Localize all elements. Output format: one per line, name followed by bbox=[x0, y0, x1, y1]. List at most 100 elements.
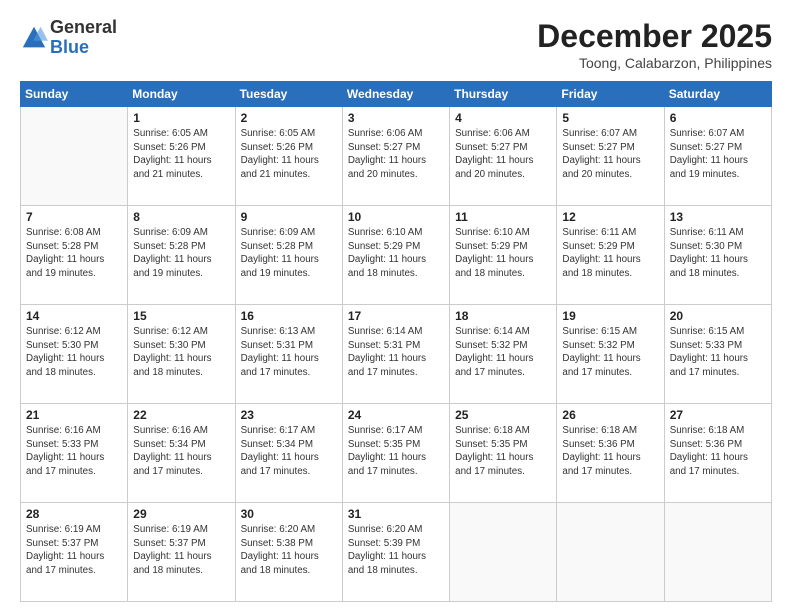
day-number: 13 bbox=[670, 210, 766, 224]
calendar-week-4: 21Sunrise: 6:16 AMSunset: 5:33 PMDayligh… bbox=[21, 404, 772, 503]
day-info: Sunrise: 6:13 AMSunset: 5:31 PMDaylight:… bbox=[241, 325, 337, 380]
day-info: Sunrise: 6:09 AMSunset: 5:28 PMDaylight:… bbox=[241, 226, 337, 281]
calendar-cell: 3 Sunrise: 6:06 AMSunset: 5:27 PMDaylight… bbox=[342, 107, 449, 206]
day-number: 6 bbox=[670, 111, 766, 125]
calendar-cell: 2 Sunrise: 6:05 AMSunset: 5:26 PMDaylight… bbox=[235, 107, 342, 206]
day-info: Sunrise: 6:14 AMSunset: 5:32 PMDaylight:… bbox=[455, 325, 551, 380]
day-info: Sunrise: 6:06 AMSunset: 5:27 PMDaylight:… bbox=[455, 127, 551, 182]
day-info: Sunrise: 6:19 AMSunset: 5:37 PMDaylight:… bbox=[133, 523, 229, 578]
day-number: 15 bbox=[133, 309, 229, 323]
calendar-cell: 24Sunrise: 6:17 AMSunset: 5:35 PMDayligh… bbox=[342, 404, 449, 503]
calendar-header-monday: Monday bbox=[128, 82, 235, 107]
calendar-cell: 21Sunrise: 6:16 AMSunset: 5:33 PMDayligh… bbox=[21, 404, 128, 503]
day-number: 25 bbox=[455, 408, 551, 422]
calendar-cell: 1 Sunrise: 6:05 AMSunset: 5:26 PMDaylight… bbox=[128, 107, 235, 206]
calendar-cell: 15 Sunrise: 6:12 AMSunset: 5:30 PMDayligh… bbox=[128, 305, 235, 404]
day-number: 4 bbox=[455, 111, 551, 125]
day-info: Sunrise: 6:18 AMSunset: 5:35 PMDaylight:… bbox=[455, 424, 551, 479]
month-title: December 2025 bbox=[537, 18, 772, 55]
day-number: 18 bbox=[455, 309, 551, 323]
calendar-week-2: 7 Sunrise: 6:08 AMSunset: 5:28 PMDaylight… bbox=[21, 206, 772, 305]
calendar-cell: 23Sunrise: 6:17 AMSunset: 5:34 PMDayligh… bbox=[235, 404, 342, 503]
day-number: 20 bbox=[670, 309, 766, 323]
day-info: Sunrise: 6:11 AMSunset: 5:29 PMDaylight:… bbox=[562, 226, 658, 281]
calendar-cell bbox=[450, 503, 557, 602]
day-number: 3 bbox=[348, 111, 444, 125]
day-info: Sunrise: 6:20 AMSunset: 5:39 PMDaylight:… bbox=[348, 523, 444, 578]
day-number: 22 bbox=[133, 408, 229, 422]
logo: General Blue bbox=[20, 18, 117, 58]
day-info: Sunrise: 6:05 AMSunset: 5:26 PMDaylight:… bbox=[241, 127, 337, 182]
calendar-header-row: SundayMondayTuesdayWednesdayThursdayFrid… bbox=[21, 82, 772, 107]
day-number: 7 bbox=[26, 210, 122, 224]
calendar-cell: 5Sunrise: 6:07 AMSunset: 5:27 PMDaylight… bbox=[557, 107, 664, 206]
day-info: Sunrise: 6:19 AMSunset: 5:37 PMDaylight:… bbox=[26, 523, 122, 578]
calendar-week-3: 14 Sunrise: 6:12 AMSunset: 5:30 PMDayligh… bbox=[21, 305, 772, 404]
day-info: Sunrise: 6:20 AMSunset: 5:38 PMDaylight:… bbox=[241, 523, 337, 578]
location: Toong, Calabarzon, Philippines bbox=[537, 55, 772, 71]
day-info: Sunrise: 6:07 AMSunset: 5:27 PMDaylight:… bbox=[670, 127, 766, 182]
calendar-cell: 13 Sunrise: 6:11 AMSunset: 5:30 PMDayligh… bbox=[664, 206, 771, 305]
day-number: 21 bbox=[26, 408, 122, 422]
day-number: 11 bbox=[455, 210, 551, 224]
day-number: 17 bbox=[348, 309, 444, 323]
day-info: Sunrise: 6:14 AMSunset: 5:31 PMDaylight:… bbox=[348, 325, 444, 380]
day-info: Sunrise: 6:09 AMSunset: 5:28 PMDaylight:… bbox=[133, 226, 229, 281]
calendar-cell: 29 Sunrise: 6:19 AMSunset: 5:37 PMDayligh… bbox=[128, 503, 235, 602]
calendar-cell: 6 Sunrise: 6:07 AMSunset: 5:27 PMDaylight… bbox=[664, 107, 771, 206]
day-number: 16 bbox=[241, 309, 337, 323]
day-number: 29 bbox=[133, 507, 229, 521]
day-info: Sunrise: 6:06 AMSunset: 5:27 PMDaylight:… bbox=[348, 127, 444, 182]
calendar-cell: 26Sunrise: 6:18 AMSunset: 5:36 PMDayligh… bbox=[557, 404, 664, 503]
day-number: 12 bbox=[562, 210, 658, 224]
day-info: Sunrise: 6:15 AMSunset: 5:33 PMDaylight:… bbox=[670, 325, 766, 380]
day-number: 1 bbox=[133, 111, 229, 125]
day-number: 30 bbox=[241, 507, 337, 521]
calendar-cell: 25 Sunrise: 6:18 AMSunset: 5:35 PMDayligh… bbox=[450, 404, 557, 503]
calendar-header-tuesday: Tuesday bbox=[235, 82, 342, 107]
day-info: Sunrise: 6:08 AMSunset: 5:28 PMDaylight:… bbox=[26, 226, 122, 281]
day-info: Sunrise: 6:12 AMSunset: 5:30 PMDaylight:… bbox=[133, 325, 229, 380]
day-info: Sunrise: 6:10 AMSunset: 5:29 PMDaylight:… bbox=[455, 226, 551, 281]
day-info: Sunrise: 6:11 AMSunset: 5:30 PMDaylight:… bbox=[670, 226, 766, 281]
calendar-cell: 30 Sunrise: 6:20 AMSunset: 5:38 PMDayligh… bbox=[235, 503, 342, 602]
calendar: SundayMondayTuesdayWednesdayThursdayFrid… bbox=[20, 81, 772, 602]
calendar-cell: 8 Sunrise: 6:09 AMSunset: 5:28 PMDaylight… bbox=[128, 206, 235, 305]
calendar-cell: 18 Sunrise: 6:14 AMSunset: 5:32 PMDayligh… bbox=[450, 305, 557, 404]
day-number: 2 bbox=[241, 111, 337, 125]
calendar-cell bbox=[557, 503, 664, 602]
logo-general: General bbox=[50, 18, 117, 38]
calendar-cell: 7 Sunrise: 6:08 AMSunset: 5:28 PMDaylight… bbox=[21, 206, 128, 305]
day-info: Sunrise: 6:10 AMSunset: 5:29 PMDaylight:… bbox=[348, 226, 444, 281]
day-info: Sunrise: 6:07 AMSunset: 5:27 PMDaylight:… bbox=[562, 127, 658, 182]
day-number: 28 bbox=[26, 507, 122, 521]
logo-icon bbox=[20, 24, 48, 52]
day-number: 27 bbox=[670, 408, 766, 422]
calendar-cell: 20 Sunrise: 6:15 AMSunset: 5:33 PMDayligh… bbox=[664, 305, 771, 404]
day-info: Sunrise: 6:16 AMSunset: 5:34 PMDaylight:… bbox=[133, 424, 229, 479]
calendar-week-1: 1 Sunrise: 6:05 AMSunset: 5:26 PMDaylight… bbox=[21, 107, 772, 206]
day-number: 8 bbox=[133, 210, 229, 224]
calendar-cell: 14Sunrise: 6:12 AMSunset: 5:30 PMDayligh… bbox=[21, 305, 128, 404]
calendar-cell: 27 Sunrise: 6:18 AMSunset: 5:36 PMDayligh… bbox=[664, 404, 771, 503]
day-info: Sunrise: 6:05 AMSunset: 5:26 PMDaylight:… bbox=[133, 127, 229, 182]
day-number: 31 bbox=[348, 507, 444, 521]
calendar-header-wednesday: Wednesday bbox=[342, 82, 449, 107]
day-info: Sunrise: 6:17 AMSunset: 5:34 PMDaylight:… bbox=[241, 424, 337, 479]
calendar-cell: 28 Sunrise: 6:19 AMSunset: 5:37 PMDayligh… bbox=[21, 503, 128, 602]
header: General Blue December 2025 Toong, Calaba… bbox=[20, 18, 772, 71]
calendar-cell: 11 Sunrise: 6:10 AMSunset: 5:29 PMDayligh… bbox=[450, 206, 557, 305]
calendar-cell: 22 Sunrise: 6:16 AMSunset: 5:34 PMDayligh… bbox=[128, 404, 235, 503]
calendar-cell bbox=[21, 107, 128, 206]
calendar-cell: 9 Sunrise: 6:09 AMSunset: 5:28 PMDaylight… bbox=[235, 206, 342, 305]
day-number: 19 bbox=[562, 309, 658, 323]
day-info: Sunrise: 6:17 AMSunset: 5:35 PMDaylight:… bbox=[348, 424, 444, 479]
calendar-cell: 4 Sunrise: 6:06 AMSunset: 5:27 PMDaylight… bbox=[450, 107, 557, 206]
day-number: 26 bbox=[562, 408, 658, 422]
day-number: 9 bbox=[241, 210, 337, 224]
calendar-cell: 31 Sunrise: 6:20 AMSunset: 5:39 PMDayligh… bbox=[342, 503, 449, 602]
day-info: Sunrise: 6:18 AMSunset: 5:36 PMDaylight:… bbox=[670, 424, 766, 479]
calendar-header-saturday: Saturday bbox=[664, 82, 771, 107]
calendar-cell: 17 Sunrise: 6:14 AMSunset: 5:31 PMDayligh… bbox=[342, 305, 449, 404]
day-number: 14 bbox=[26, 309, 122, 323]
